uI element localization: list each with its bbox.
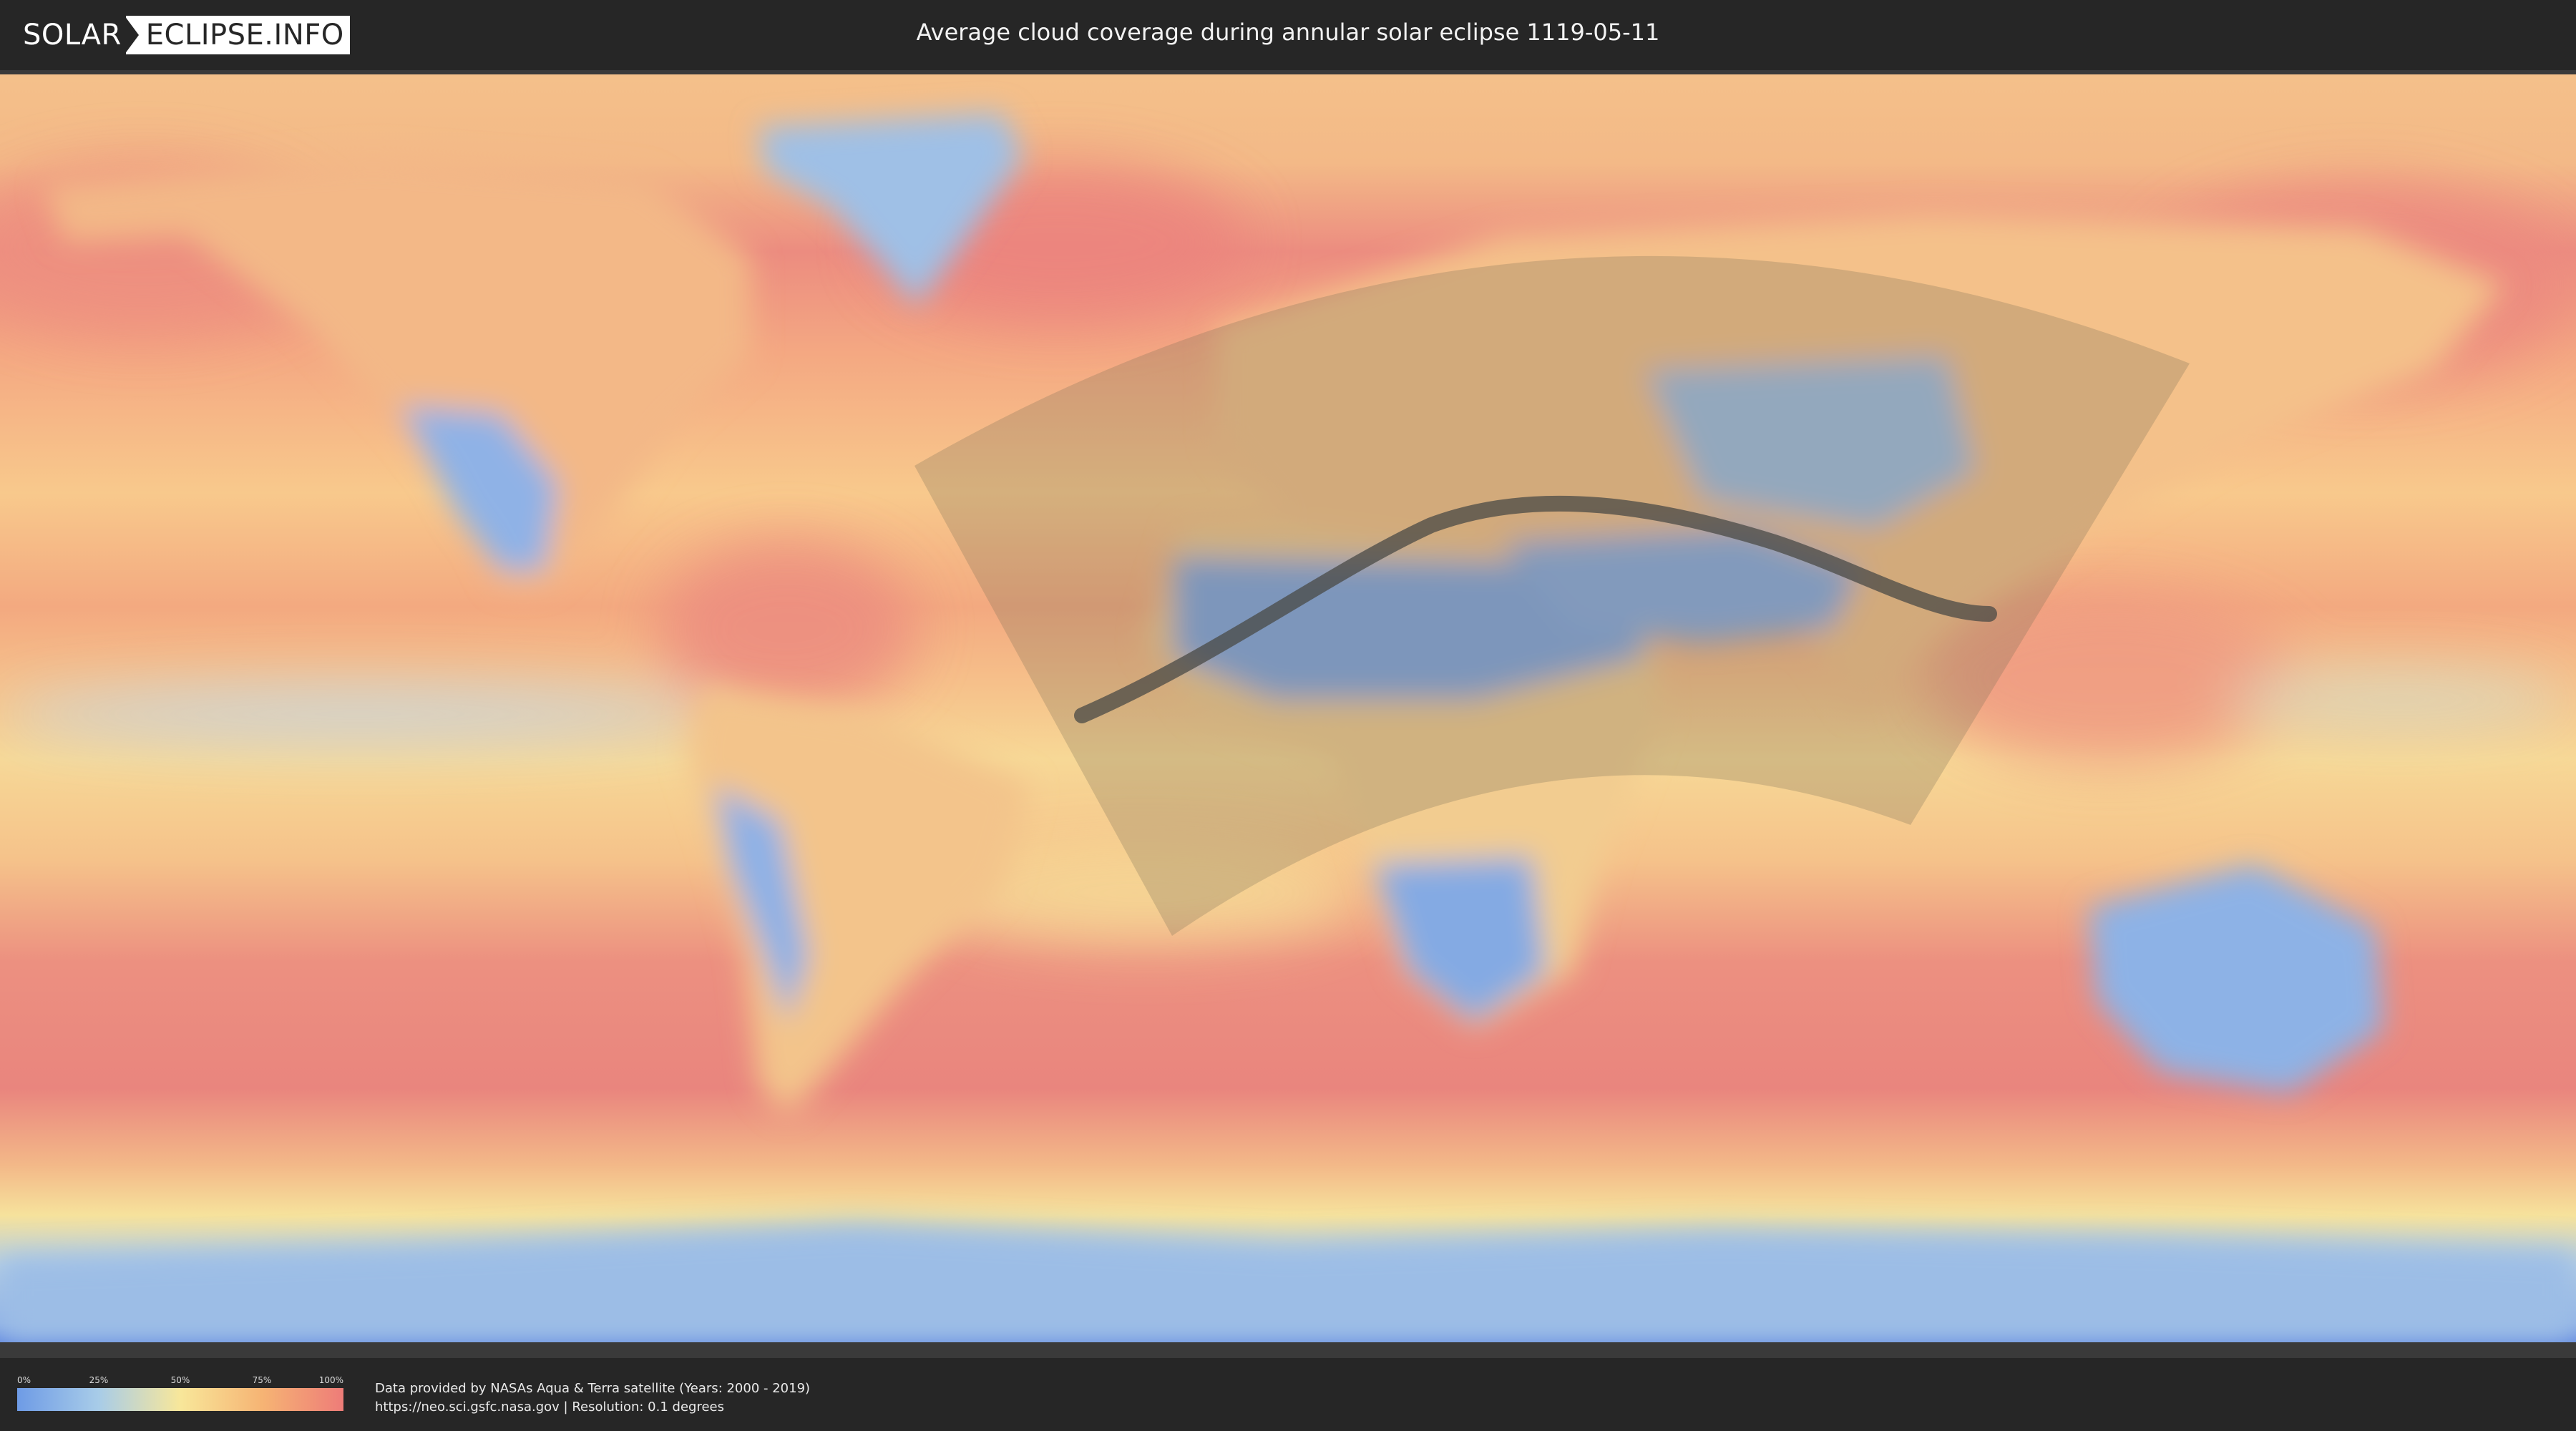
map-svg: [0, 74, 2576, 1358]
legend-tick-0: 0%: [17, 1375, 31, 1385]
map-bottom-strip: [0, 1342, 2576, 1358]
legend-color-bar: [17, 1388, 343, 1411]
credits-line-2[interactable]: https://neo.sci.gsfc.nasa.gov | Resoluti…: [375, 1398, 810, 1417]
cloud-coverage-legend: 0% 25% 50% 75% 100%: [17, 1375, 343, 1411]
page-title: Average cloud coverage during annular so…: [916, 19, 1660, 46]
legend-tick-100: 100%: [318, 1375, 343, 1385]
header: SOLAR ECLIPSE.INFO Average cloud coverag…: [0, 0, 2576, 70]
legend-ticks: 0% 25% 50% 75% 100%: [17, 1375, 343, 1388]
legend-tick-25: 25%: [89, 1375, 109, 1385]
cloud-coverage-map[interactable]: [0, 70, 2576, 1358]
legend-tick-75: 75%: [252, 1375, 272, 1385]
data-credits: Data provided by NASAs Aqua & Terra sate…: [375, 1379, 810, 1417]
credits-line-1: Data provided by NASAs Aqua & Terra sate…: [375, 1381, 811, 1396]
legend-tick-50: 50%: [170, 1375, 190, 1385]
footer: 0% 25% 50% 75% 100% Data provided by NAS…: [0, 1358, 2576, 1431]
